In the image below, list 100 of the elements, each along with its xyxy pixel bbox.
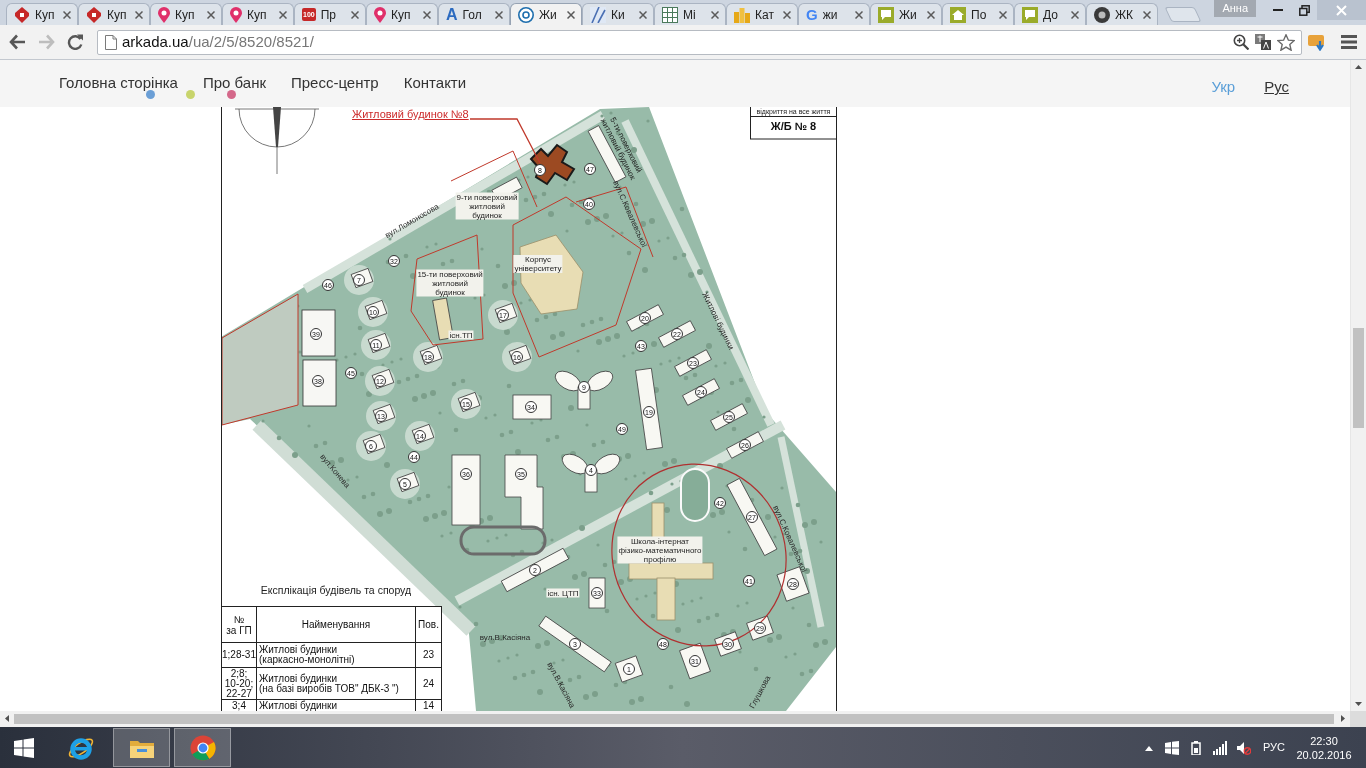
column-header: № за ГП [221,606,257,643]
zoom-icon[interactable] [1233,34,1249,50]
vertical-scrollbar[interactable] [1350,60,1366,711]
volume-muted-icon[interactable] [1237,740,1251,755]
address-field[interactable]: arkada.ua/ua/2/5/8520/8521/ [97,29,1302,55]
pin-icon [14,6,30,23]
scrollbar-corner [1350,711,1366,727]
buildings-icon [734,6,750,23]
scrollbar-thumb[interactable] [1353,328,1364,428]
browser-tab[interactable]: Куп [222,3,294,25]
building-label: існ. ЦТП [546,588,580,598]
table-cell: 24 [415,667,442,700]
browser-tab[interactable]: Куп [366,3,438,25]
chat-icon [878,6,894,23]
browser-tab[interactable]: Жи [510,3,582,25]
clock-date[interactable]: 20.02.2016 [1296,747,1352,762]
pin-icon [374,6,386,23]
street-label: вул.В.Касіяна [479,632,531,642]
building-label: Корпус університету [513,255,563,273]
browser-tab[interactable]: Куп [150,3,222,25]
scroll-right-icon[interactable] [1341,715,1345,722]
table-cell: 1;28-31 [221,642,257,668]
nav-link[interactable]: Головна сторінка [59,74,178,92]
round-logo-icon [1094,6,1110,23]
table-cell: Житлові будинки (каркасно-монолітні) [256,642,416,668]
column-header: Найменування [256,606,416,643]
building-label: існ.ТП [448,330,474,340]
restore-icon [1298,4,1310,16]
horizontal-scrollbar[interactable] [0,711,1350,727]
close-icon[interactable] [567,10,575,19]
pin-icon [158,6,170,23]
table-cell: Житлові будинки (на базі виробів ТОВ" ДБК-3 ") [256,667,416,700]
translate-icon[interactable] [1255,34,1271,50]
close-icon[interactable] [279,10,287,19]
leader-line [470,118,541,164]
table-title: Експлікація будівель та споруд [259,584,413,596]
logo-letter: G [806,7,818,22]
close-icon[interactable] [1143,10,1151,19]
browser-tab[interactable]: G жи [798,3,870,25]
close-icon[interactable] [135,10,143,19]
browser-tab[interactable]: ЖК [1086,3,1158,25]
nav-link[interactable]: Про банк [202,74,266,92]
close-icon[interactable] [855,10,863,19]
close-icon[interactable] [351,10,359,19]
language-link[interactable]: Рус [1264,78,1289,96]
taskbar-app-button[interactable] [174,728,231,767]
arrow-right-icon [37,34,55,50]
arrow-left-icon [8,34,26,50]
menu-icon[interactable] [1341,35,1357,49]
browser-tab[interactable]: Жи [870,3,942,25]
close-icon[interactable] [999,10,1007,19]
close-icon[interactable] [639,10,647,19]
pin-icon [86,6,102,23]
close-icon [1336,4,1347,16]
browser-tab[interactable]: По [942,3,1014,25]
close-icon[interactable] [1071,10,1079,19]
star-icon[interactable] [1277,33,1295,51]
scrollbar-thumb[interactable] [14,714,1334,724]
reload-icon [67,34,83,50]
chat-icon [1022,6,1038,23]
close-icon[interactable] [495,10,503,19]
close-icon[interactable] [783,10,791,19]
browser-tab[interactable]: Ки [582,3,654,25]
road-icon [590,6,606,23]
building-label: 15-ти поверховий житловий будинок [416,269,484,297]
column-header: Пов. [415,606,442,643]
scroll-down-icon[interactable] [1355,702,1362,706]
callout-label: Житловий будинок №8 [352,108,469,121]
close-icon[interactable] [711,10,719,19]
table-cell: 23 [415,642,442,668]
table-cell: 2;8; 10-20; 22-27 [221,667,257,700]
page-icon [105,34,117,50]
scroll-left-icon[interactable] [5,715,9,722]
scroll-up-icon[interactable] [1355,65,1362,69]
stamp-code: Ж/Б № 8 [769,120,818,133]
browser-tab[interactable]: A Гол [438,3,510,25]
taskbar-app-button[interactable] [113,728,170,767]
close-icon[interactable] [207,10,215,19]
emblem-icon [518,6,534,23]
language-indicator[interactable]: РУС [1256,739,1292,756]
logo-letter: A [446,6,458,23]
building-label: 9-ти поверховий житловий будинок [455,192,519,220]
browser-tab[interactable]: Кат [726,3,798,25]
browser-tab[interactable]: Куп [78,3,150,25]
browser-tab[interactable]: Мі [654,3,726,25]
browser-tab[interactable]: Куп [6,3,78,25]
close-icon[interactable] [63,10,71,19]
windows-flag-icon[interactable] [1165,740,1179,755]
battery-icon[interactable] [1189,740,1203,755]
grid-icon [662,6,678,23]
close-icon[interactable] [423,10,431,19]
clock-time[interactable]: 22:30 [1310,733,1338,748]
browser-tab[interactable]: До [1014,3,1086,25]
building-label: Школа-інтернат фізико-математичного профілю [617,536,703,564]
nav-link[interactable]: Контакти [403,74,467,92]
signal-icon[interactable] [1213,740,1227,755]
close-icon[interactable] [927,10,935,19]
home-icon [950,6,966,23]
nav-link[interactable]: Пресс-центр [291,74,379,92]
windows-logo-icon [14,737,34,758]
